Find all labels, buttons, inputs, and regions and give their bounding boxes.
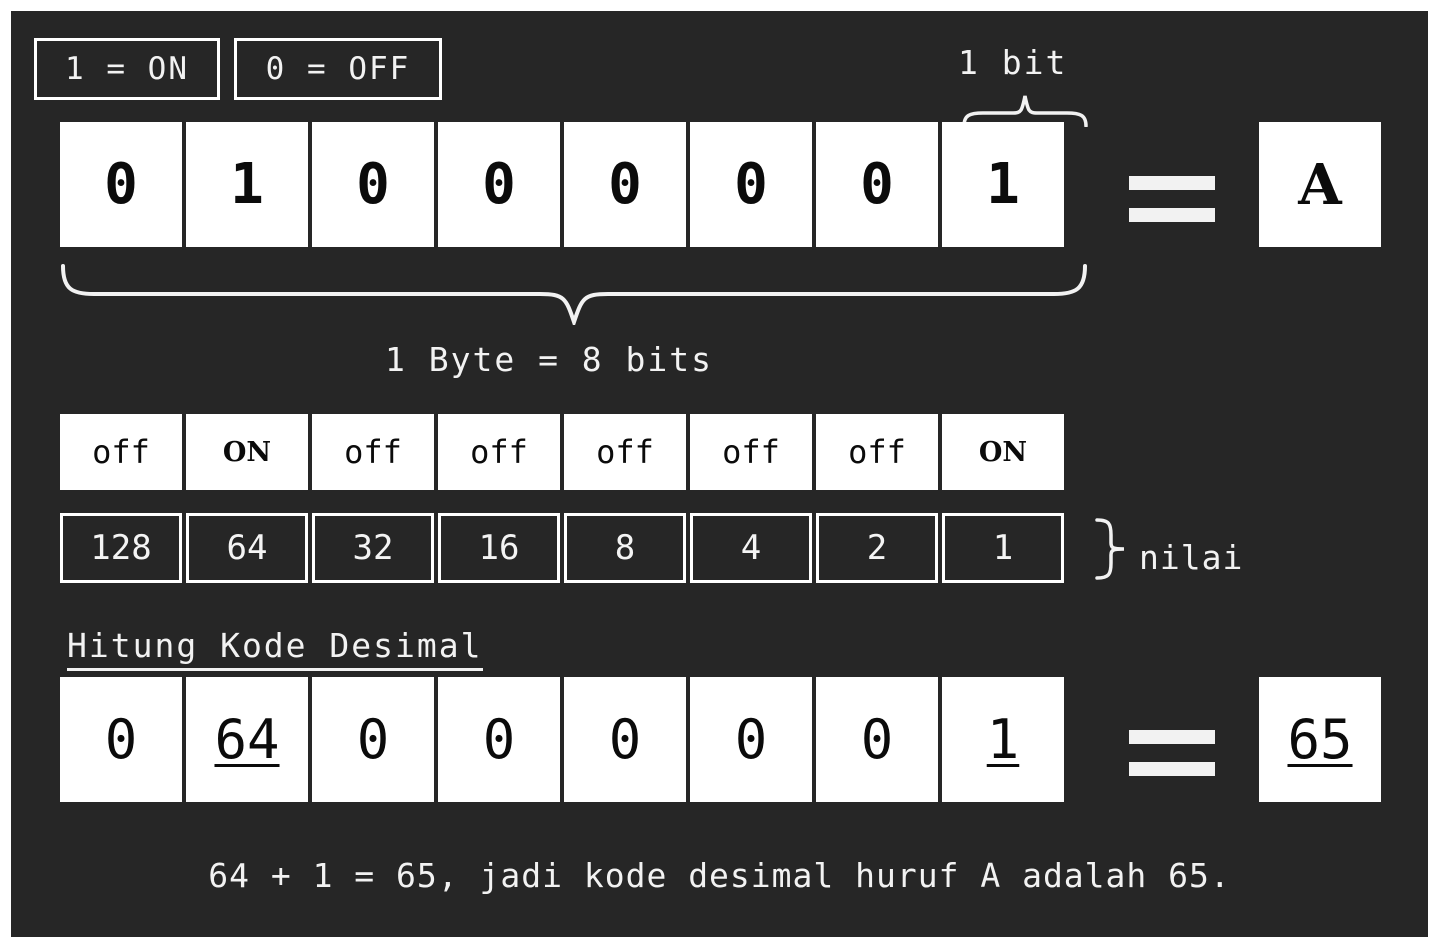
- place-value-cell: 64: [186, 513, 308, 583]
- equals-bar-top: [1129, 730, 1215, 744]
- nilai-label: nilai: [1139, 538, 1244, 577]
- onoff-cell: ON: [942, 414, 1064, 490]
- equals-icon: [1129, 730, 1215, 776]
- place-value-cell: 2: [816, 513, 938, 583]
- onoff-cell: off: [312, 414, 434, 490]
- decimal-result: 65: [1259, 677, 1381, 802]
- bit-cell: 0: [438, 122, 560, 247]
- caption-text: 64 + 1 = 65, jadi kode desimal huruf A a…: [208, 856, 1231, 895]
- legend-off-label: 0 = OFF: [265, 51, 411, 87]
- decimal-calculation-row: 0 64 0 0 0 0 0 1: [60, 677, 1064, 802]
- bit-cell: 0: [564, 122, 686, 247]
- nilai-brace: [1095, 518, 1125, 580]
- legend-off-box: 0 = OFF: [234, 38, 442, 100]
- onoff-cell: off: [438, 414, 560, 490]
- decimal-cell: 1: [942, 677, 1064, 802]
- decimal-result-value: 65: [1287, 708, 1353, 771]
- bit-cell: 0: [690, 122, 812, 247]
- bit-cell: 0: [816, 122, 938, 247]
- decimal-cell: 0: [312, 677, 434, 802]
- equals-bar-bottom: [1129, 762, 1215, 776]
- place-value-cell: 1: [942, 513, 1064, 583]
- place-value-cell: 4: [690, 513, 812, 583]
- onoff-cell: off: [690, 414, 812, 490]
- diagram-panel: 1 = ON 0 = OFF 1 bit 0 1 0 0 0 0 0 1 A 1…: [11, 11, 1428, 937]
- decimal-cell: 0: [564, 677, 686, 802]
- decimal-cell: 0: [816, 677, 938, 802]
- onoff-cell: ON: [186, 414, 308, 490]
- equals-bar-bottom: [1129, 208, 1215, 222]
- decimal-cell: 64: [186, 677, 308, 802]
- onoff-cell: off: [60, 414, 182, 490]
- onoff-state-row: off ON off off off off off ON: [60, 414, 1064, 490]
- place-value-cell: 128: [60, 513, 182, 583]
- bit-cell: 1: [942, 122, 1064, 247]
- binary-bit-row: 0 1 0 0 0 0 0 1: [60, 122, 1064, 247]
- decimal-cell: 0: [690, 677, 812, 802]
- legend-on-box: 1 = ON: [34, 38, 220, 100]
- section-heading-hitung: Hitung Kode Desimal: [67, 626, 483, 671]
- ascii-letter-result: A: [1259, 122, 1381, 247]
- legend-on-label: 1 = ON: [65, 51, 189, 87]
- equals-bar-top: [1129, 176, 1215, 190]
- bit-cell: 0: [60, 122, 182, 247]
- place-value-cell: 16: [438, 513, 560, 583]
- place-value-cell: 32: [312, 513, 434, 583]
- onoff-cell: off: [564, 414, 686, 490]
- place-value-cell: 8: [564, 513, 686, 583]
- one-bit-label: 1 bit: [958, 43, 1068, 82]
- place-value-row: 128 64 32 16 8 4 2 1: [60, 513, 1064, 583]
- equals-icon: [1129, 176, 1215, 222]
- bit-cell: 1: [186, 122, 308, 247]
- one-byte-label: 1 Byte = 8 bits: [385, 340, 714, 379]
- decimal-cell: 0: [438, 677, 560, 802]
- decimal-cell: 0: [60, 677, 182, 802]
- bit-cell: 0: [312, 122, 434, 247]
- one-byte-brace: [61, 264, 1087, 325]
- onoff-cell: off: [816, 414, 938, 490]
